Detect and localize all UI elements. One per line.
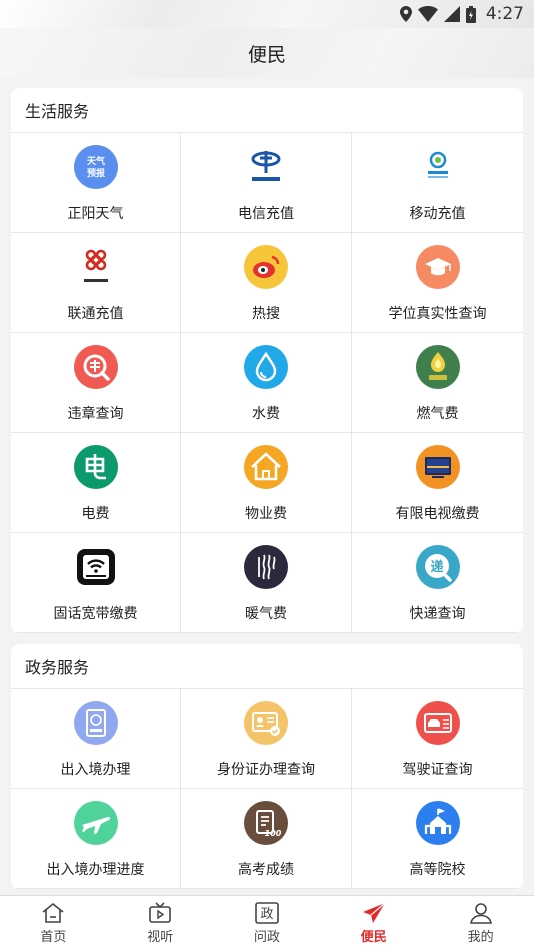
location-icon [399, 6, 412, 22]
weather-forecast-icon: 天气 预报 [73, 145, 118, 189]
gov-services-grid: 出入境办理 身份证办理查询 驾驶证查询出入境办理进度 100 高考成绩 高等院校 [11, 689, 523, 889]
service-label: 身份证办理查询 [217, 762, 315, 778]
gov-services-card: 政务服务 出入境办理 身份证办理查询 驾驶证查询出入境办理进度 100 高考成绩 高等院校 [11, 644, 523, 889]
page-header: 便民 [0, 28, 534, 78]
service-label: 违章查询 [67, 406, 124, 422]
signal-icon [443, 6, 460, 22]
tab-home[interactable]: 首页 [0, 896, 107, 950]
china-telecom-icon [244, 145, 288, 189]
home-icon [42, 902, 64, 923]
service-item[interactable]: 暖气费 [181, 533, 352, 633]
svg-text:预报: 预报 [86, 167, 104, 179]
tab-label: 首页 [40, 929, 67, 945]
content-area[interactable]: 生活服务 天气预报天气预报正阳天气电信充值移动充值联通充值热搜学位真实性查询违违… [0, 88, 534, 895]
service-label: 出入境办理进度 [46, 862, 145, 878]
passport-icon [73, 701, 118, 745]
service-label: 电费 [81, 506, 110, 522]
service-item[interactable]: 热搜 [181, 233, 352, 333]
service-label: 移动充值 [409, 206, 466, 222]
service-label: 高等院校 [409, 862, 466, 878]
page-title: 便民 [247, 43, 286, 66]
service-label: 固话宽带缴费 [53, 606, 138, 622]
paper-plane-icon [362, 902, 386, 923]
service-item[interactable]: 100 高考成绩 [181, 789, 352, 889]
service-label: 电信充值 [238, 206, 294, 222]
university-icon [415, 801, 460, 845]
tv-play-icon [149, 901, 171, 923]
service-label: 暖气费 [245, 606, 287, 622]
svg-text:天气: 天气 [86, 155, 104, 167]
section-title: 生活服务 [11, 88, 523, 133]
service-label: 出入境办理 [60, 762, 131, 778]
service-label: 水费 [252, 406, 280, 422]
traffic-violation-icon [73, 345, 118, 389]
heating-icon [244, 545, 288, 589]
service-item[interactable]: 电电费 [11, 433, 181, 533]
tv-icon [415, 445, 460, 489]
tab-politics[interactable]: 政 问政 [214, 896, 321, 950]
life-services-grid: 天气预报天气预报正阳天气电信充值移动充值联通充值热搜学位真实性查询违违章查询水费… [11, 133, 523, 633]
graduation-cap-icon [415, 245, 460, 289]
service-item[interactable]: 出入境办理进度 [11, 789, 181, 889]
airplane-icon [73, 801, 118, 845]
service-item[interactable]: 移动充值 [352, 133, 523, 233]
service-item[interactable]: 电信充值 [181, 133, 352, 233]
wifi-icon [417, 6, 438, 22]
service-item[interactable]: 有限电视缴费 [352, 433, 523, 533]
gas-flame-icon [415, 345, 460, 389]
id-card-icon [244, 701, 288, 745]
service-item[interactable]: 递快递查询 [352, 533, 523, 633]
service-label: 高考成绩 [238, 862, 294, 878]
tab-label: 视听 [147, 929, 174, 945]
service-item[interactable]: 物业费 [181, 433, 352, 533]
clock-time: 4:27 [485, 4, 524, 24]
water-drop-icon [244, 345, 288, 389]
politics-icon: 政 [255, 901, 279, 924]
service-label: 热搜 [252, 306, 280, 322]
express-delivery-icon: 递 [415, 545, 460, 589]
service-label: 学位真实性查询 [388, 306, 487, 322]
tab-label: 我的 [467, 929, 494, 945]
tab-label: 便民 [360, 929, 387, 945]
service-item[interactable]: 违违章查询 [11, 333, 181, 433]
service-item[interactable]: 固话宽带缴费 [11, 533, 181, 633]
tab-label: 问政 [253, 929, 280, 945]
exam-score-icon: 100 [244, 801, 288, 845]
service-item[interactable]: 燃气费 [352, 333, 523, 433]
service-item[interactable]: 学位真实性查询 [352, 233, 523, 333]
wifi-router-icon [74, 545, 118, 589]
service-item[interactable]: 联通充值 [11, 233, 181, 333]
life-services-card: 生活服务 天气预报天气预报正阳天气电信充值移动充值联通充值热搜学位真实性查询违违… [11, 88, 523, 633]
service-label: 燃气费 [416, 406, 459, 422]
service-label: 快递查询 [409, 606, 466, 622]
service-item[interactable]: 出入境办理 [11, 689, 181, 789]
svg-text:递: 递 [430, 559, 443, 575]
electricity-icon [73, 445, 118, 489]
tab-mine[interactable]: 我的 [427, 896, 534, 950]
china-unicom-icon [74, 245, 118, 289]
service-item[interactable]: 身份证办理查询 [181, 689, 352, 789]
svg-text:100: 100 [265, 829, 282, 838]
user-icon [469, 902, 492, 924]
tab-video[interactable]: 视听 [107, 896, 214, 950]
svg-text:政: 政 [260, 907, 273, 922]
status-bar: 4:27 [0, 0, 534, 28]
service-item[interactable]: 驾驶证查询 [352, 689, 523, 789]
bottom-tab-bar: 首页 视听 政 问政 便民 我的 [0, 895, 534, 950]
service-label: 正阳天气 [67, 206, 124, 222]
service-label: 联通充值 [67, 306, 124, 322]
service-item[interactable]: 天气预报天气预报正阳天气 [11, 133, 181, 233]
service-label: 物业费 [245, 506, 287, 522]
driver-license-icon [415, 701, 460, 745]
battery-icon [465, 5, 476, 23]
weibo-icon [244, 245, 288, 289]
china-mobile-icon [416, 145, 460, 189]
service-item[interactable]: 水费 [181, 333, 352, 433]
tab-convenience[interactable]: 便民 [320, 896, 427, 950]
service-label: 有限电视缴费 [395, 506, 480, 522]
section-title: 政务服务 [11, 644, 523, 689]
service-label: 驾驶证查询 [402, 762, 473, 778]
property-house-icon [244, 445, 288, 489]
service-item[interactable]: 高等院校 [352, 789, 523, 889]
